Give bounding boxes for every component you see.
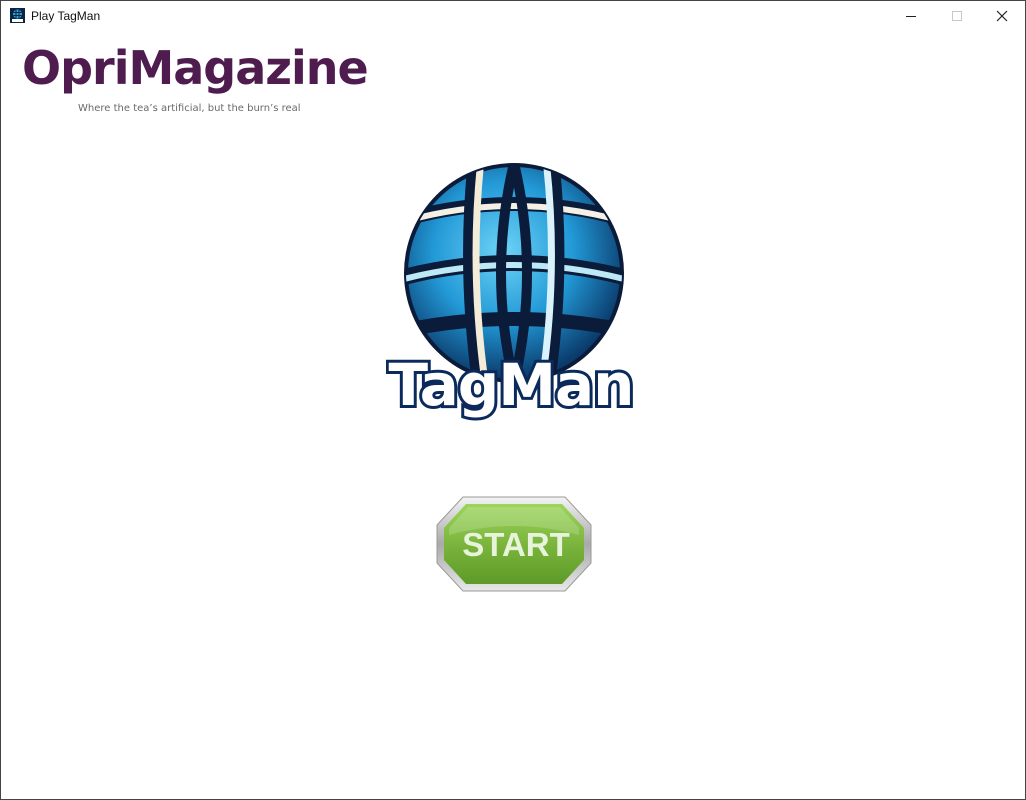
- start-button-label: START: [462, 526, 570, 563]
- start-button[interactable]: START: [435, 495, 593, 593]
- close-button[interactable]: [979, 1, 1025, 31]
- window-title: Play TagMan: [31, 9, 101, 23]
- tagman-logo-text: TagMan: [389, 351, 634, 419]
- close-icon: [996, 10, 1008, 22]
- brand-logo: OpriMagazine: [22, 41, 369, 95]
- minimize-button[interactable]: [888, 1, 934, 31]
- brand-tagline: Where the tea’s artificial, but the burn…: [78, 103, 301, 114]
- start-button-shape: START: [436, 496, 592, 592]
- maximize-button[interactable]: [934, 1, 980, 31]
- title-bar[interactable]: Play TagMan: [1, 1, 1025, 31]
- tagman-logo: TagMan: [386, 163, 636, 422]
- minimize-icon: [906, 16, 916, 17]
- maximize-icon: [952, 11, 962, 21]
- game-window: Play TagMan OpriMagazine Where the tea’s…: [0, 0, 1026, 800]
- tagman-app-icon: [10, 8, 25, 23]
